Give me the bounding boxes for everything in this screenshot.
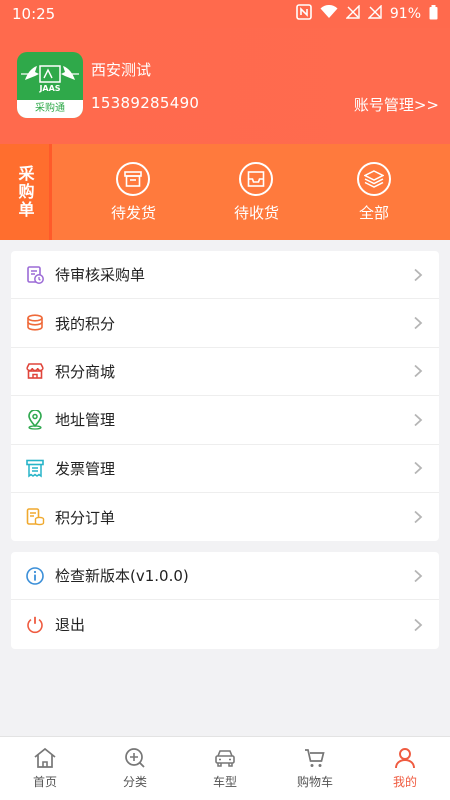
points-order-icon [25,507,45,527]
app-logo: JAAS 采购通 [17,52,83,118]
profile-header: JAAS 采购通 西安测试 15389285490 账号管理>> [0,28,450,144]
order-status-list: 待发货 待收货 全部 [52,144,450,240]
logo-brand: JAAS [39,84,61,93]
menu-item-label: 发票管理 [55,459,116,478]
order-status-pending-receipt[interactable]: 待收货 [233,161,279,223]
chevron-right-icon [414,462,423,475]
chevron-right-icon [414,413,423,427]
purchase-orders-section: 采购单 待发货 待收货 全部 [0,144,450,240]
account-management-link[interactable]: 账号管理>> [354,94,439,115]
menu-item-label: 待审核采购单 [55,266,146,285]
chevron-right-icon [414,569,423,582]
tab-category[interactable]: 分类 [90,737,180,800]
category-icon [125,748,145,768]
tab-mine[interactable]: 我的 [360,737,450,800]
layers-icon [356,161,391,196]
tab-label: 首页 [32,775,57,789]
order-status-label: 全部 [358,203,389,222]
menu-item-label: 积分商城 [55,362,116,381]
wifi-icon [320,4,338,23]
car-icon [215,750,235,767]
tab-car-model[interactable]: 车型 [180,737,270,800]
user-phone: 15389285490 [91,94,200,112]
battery-icon [429,4,438,24]
logo-label: 采购通 [17,100,83,118]
signal-off-icon [345,4,360,23]
bottom-tab-bar: 首页 分类 车型 购物车 我的 [0,736,450,800]
chevron-right-icon [414,365,423,378]
box-icon [116,161,151,196]
menu-item-address-management[interactable]: 地址管理 [11,396,439,445]
chevron-right-icon [414,268,423,281]
home-icon [34,747,56,768]
location-icon [25,409,45,430]
pending-doc-icon [25,265,45,285]
power-icon [25,615,45,635]
menu-card-main: 待审核采购单 我的积分 积分商城 地址管理 发票管理 积分订单 [11,251,439,542]
user-name: 西安测试 [91,61,152,79]
menu-item-label: 退出 [55,616,86,635]
order-status-pending-shipment[interactable]: 待发货 [110,161,156,223]
order-status-label: 待发货 [110,203,156,222]
order-status-all[interactable]: 全部 [356,161,391,223]
menu-item-invoice-management[interactable]: 发票管理 [11,445,439,493]
tab-cart[interactable]: 购物车 [270,737,360,800]
coins-stack-icon [25,313,45,333]
store-icon [25,361,45,381]
menu-card-settings: 检查新版本(v1.0.0) 退出 [11,552,439,649]
menu-item-pending-review[interactable]: 待审核采购单 [11,251,439,300]
menu-item-check-version[interactable]: 检查新版本(v1.0.0) [11,552,439,601]
orders-section-label: 采购单 [0,144,52,240]
inbox-icon [239,161,274,196]
info-icon [25,566,45,586]
status-icons: 91% [296,4,438,24]
chevron-right-icon [414,618,423,631]
nfc-icon [296,4,312,24]
menu-item-points-orders[interactable]: 积分订单 [11,493,439,541]
menu-item-label: 地址管理 [55,411,116,430]
menu-item-label: 积分订单 [55,508,116,527]
tab-label: 购物车 [296,775,333,789]
status-bar: 10:25 91% [0,0,450,28]
menu-item-points-mall[interactable]: 积分商城 [11,348,439,397]
invoice-icon [25,458,45,478]
battery-level: 91% [389,6,421,22]
user-icon [395,748,415,769]
chevron-right-icon [414,316,423,330]
menu-item-label: 我的积分 [55,314,116,333]
tab-label: 车型 [212,775,237,789]
chevron-right-icon [414,510,423,524]
order-status-label: 待收货 [233,203,279,222]
menu-item-label: 检查新版本(v1.0.0) [55,567,189,586]
orders-label-text: 采购单 [15,165,35,219]
tab-label: 我的 [392,775,417,789]
signal-off-icon [367,4,382,23]
cart-icon [305,749,325,767]
status-time: 10:25 [12,5,56,23]
tab-home[interactable]: 首页 [0,737,90,800]
menu-item-my-points[interactable]: 我的积分 [11,299,439,348]
menu-item-logout[interactable]: 退出 [11,600,439,648]
tab-label: 分类 [122,775,147,789]
